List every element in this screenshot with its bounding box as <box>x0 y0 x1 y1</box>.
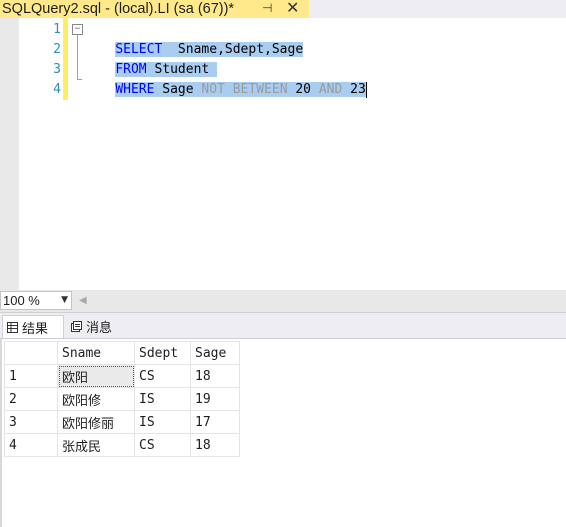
change-margin-bar <box>63 18 68 100</box>
range-low: 20 <box>287 82 319 97</box>
row-header-corner[interactable] <box>4 341 58 365</box>
row-number[interactable]: 4 <box>4 433 58 457</box>
query-editor[interactable]: 1 2 3 4 − SELECT Sname,Sdept,Sage FROM S… <box>0 18 566 290</box>
tab-title: SQLQuery2.sql - (local).LI (sa (67))* <box>2 1 235 17</box>
fold-guide-end <box>77 79 82 80</box>
grid-header-row: Sname Sdept Sage <box>4 341 240 365</box>
document-tab[interactable]: SQLQuery2.sql - (local).LI (sa (67))* ⊣ … <box>0 0 309 18</box>
message-icon <box>71 321 82 332</box>
collapse-icon[interactable]: − <box>72 24 83 35</box>
fold-guide <box>77 35 78 80</box>
zoom-bar: 100 % ▼ ◀ <box>0 290 566 313</box>
code-line-3[interactable]: WHERE Sage NOT BETWEEN 20 AND 23 <box>84 60 367 98</box>
code-line-1[interactable]: SELECT Sname,Sdept,Sage <box>84 20 304 57</box>
grid-cell[interactable]: IS <box>134 387 191 411</box>
line-number: 1 <box>53 22 61 37</box>
grid-cell[interactable]: 欧阳修 <box>57 387 135 411</box>
scroll-left-icon[interactable]: ◀ <box>79 295 87 306</box>
range-high: 23 <box>342 82 366 97</box>
table-row: 4 张成民 CS 18 <box>4 433 240 457</box>
table-row: 3 欧阳修丽 IS 17 <box>4 410 240 434</box>
column-header-sname[interactable]: Sname <box>57 341 135 365</box>
zoom-dropdown[interactable]: 100 % ▼ <box>0 291 72 310</box>
results-grid[interactable]: Sname Sdept Sage 1 欧阳 CS 18 2 欧阳修 IS 19 … <box>4 341 240 457</box>
code-line-2[interactable]: FROM Student <box>84 40 218 77</box>
grid-cell[interactable]: 17 <box>190 410 240 434</box>
tab-results[interactable]: 结果 <box>2 315 64 338</box>
tab-messages-label: 消息 <box>86 321 113 336</box>
grid-cell[interactable]: IS <box>134 410 191 434</box>
column-header-sdept[interactable]: Sdept <box>134 341 191 365</box>
column-header-sage[interactable]: Sage <box>190 341 240 365</box>
editor-gutter <box>0 18 19 290</box>
grid-cell[interactable]: 18 <box>190 433 240 457</box>
results-grid-area: Sname Sdept Sage 1 欧阳 CS 18 2 欧阳修 IS 19 … <box>0 339 566 527</box>
document-tab-strip: SQLQuery2.sql - (local).LI (sa (67))* ⊣ … <box>0 0 566 18</box>
grid-cell[interactable]: 18 <box>190 364 240 388</box>
zoom-value: 100 % <box>3 293 40 308</box>
grid-cell[interactable]: 张成民 <box>57 433 135 457</box>
pin-icon[interactable]: ⊣ <box>262 1 272 15</box>
row-number[interactable]: 1 <box>4 364 58 388</box>
line-number: 2 <box>53 42 61 57</box>
where-column: Sage <box>154 82 202 97</box>
grid-cell[interactable]: 欧阳修丽 <box>57 410 135 434</box>
table-row: 2 欧阳修 IS 19 <box>4 387 240 411</box>
grid-cell[interactable]: 19 <box>190 387 240 411</box>
table-row: 1 欧阳 CS 18 <box>4 364 240 388</box>
line-number: 3 <box>53 62 61 77</box>
keyword-and: AND <box>318 82 343 97</box>
grid-icon <box>7 321 18 333</box>
row-number[interactable]: 2 <box>4 387 58 411</box>
keyword-not-between: NOT BETWEEN <box>201 82 288 97</box>
grid-cell[interactable]: 欧阳 <box>57 364 135 388</box>
tab-messages[interactable]: 消息 <box>69 315 112 338</box>
chevron-down-icon: ▼ <box>61 295 68 305</box>
grid-cell[interactable]: CS <box>134 433 191 457</box>
line-number: 4 <box>53 82 61 97</box>
tab-results-label: 结果 <box>22 321 49 337</box>
results-tab-strip: 结果 消息 <box>0 313 566 339</box>
close-icon[interactable]: ✕ <box>286 0 299 17</box>
text-caret <box>365 81 367 98</box>
keyword-where: WHERE <box>115 82 155 97</box>
row-number[interactable]: 3 <box>4 410 58 434</box>
grid-cell[interactable]: CS <box>134 364 191 388</box>
